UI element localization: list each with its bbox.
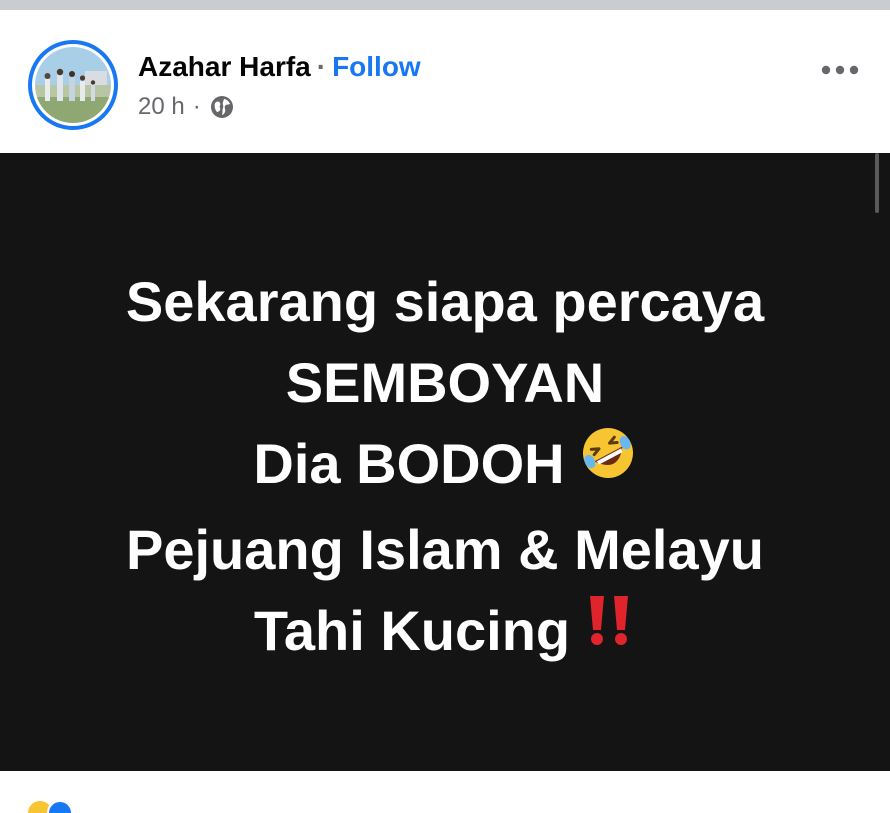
follow-button[interactable]: Follow [332,51,421,82]
feed-separator [0,0,890,10]
more-options-button[interactable] [815,54,865,90]
more-horizontal-icon [820,63,860,81]
post-footer [0,771,890,813]
image-text-line-1: Sekarang siapa percaya [125,270,765,333]
double-exclamation-emoji-icon [584,588,636,669]
name-separator: · [316,51,327,82]
image-text-line-5: Tahi Kucing [253,598,571,662]
post-meta: 20 h · [138,92,235,122]
author-name[interactable]: Azahar Harfa [138,51,311,82]
image-text-line-3-wrap: Dia BODOH [0,423,890,509]
author-line: Azahar Harfa · Follow [138,50,421,84]
author-avatar[interactable] [28,40,118,130]
image-text-line-3: Dia BODOH [253,432,565,495]
image-text-line-2: SEMBOYAN [285,351,605,414]
post-timestamp[interactable]: 20 h [138,92,185,122]
like-reaction-icon [47,800,73,813]
avatar-photo [32,44,114,126]
meta-separator: · [192,93,201,120]
reaction-icons[interactable] [28,793,108,813]
image-text-line-4: Pejuang Islam & Melayu [126,517,764,581]
image-text-line-5-wrap: Tahi Kucing [0,590,890,676]
post-header: Azahar Harfa · Follow 20 h · [0,10,890,153]
globe-icon[interactable] [209,94,235,120]
post-image-text: Sekarang siapa percaya SEMBOYAN Dia BODO… [0,261,890,675]
scrollbar-thumb[interactable] [875,153,879,213]
post-image[interactable]: Sekarang siapa percaya SEMBOYAN Dia BODO… [0,153,890,771]
rolling-laughing-emoji-icon [579,422,637,503]
